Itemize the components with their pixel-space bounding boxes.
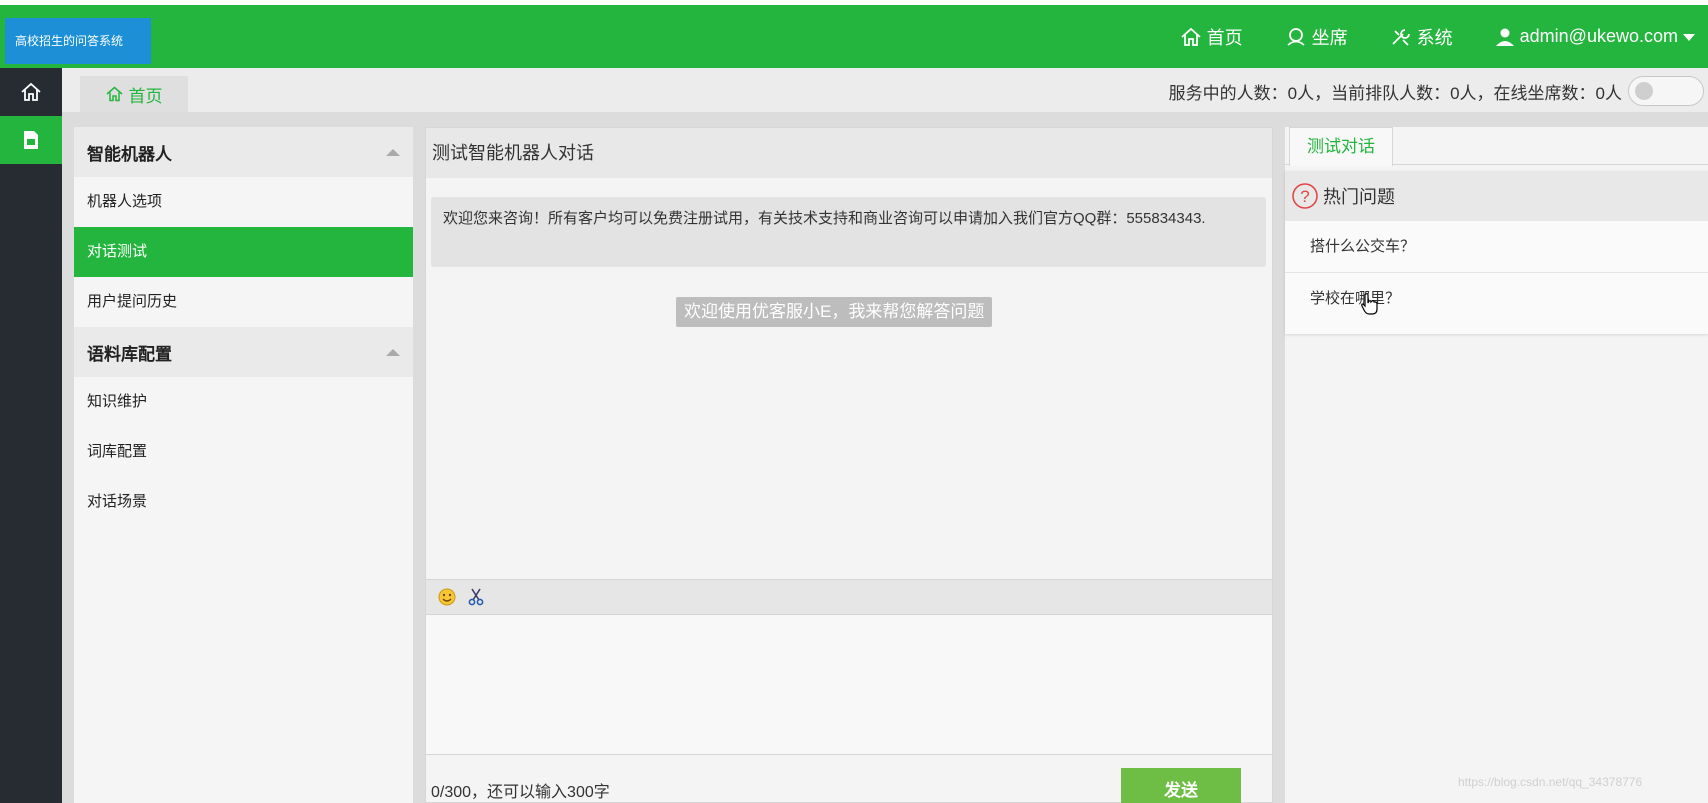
right-tabs: 测试对话 xyxy=(1285,127,1708,166)
menu-group-robot[interactable]: 智能机器人 xyxy=(74,127,413,177)
document-icon xyxy=(24,131,38,149)
nav-seats[interactable]: 坐席 xyxy=(1285,24,1348,50)
menu-group-corpus-label: 语料库配置 xyxy=(87,344,172,364)
top-nav-menu: 首页 坐席 系统 admin@ukewo.com xyxy=(1180,5,1708,68)
menu-group-robot-label: 智能机器人 xyxy=(87,144,172,164)
hot-question-item[interactable]: 搭什么公交车？ xyxy=(1285,221,1708,273)
home-icon xyxy=(1181,27,1201,46)
watermark: https://blog.csdn.net/qq_34378776 xyxy=(1458,775,1643,789)
nav-home[interactable]: 首页 xyxy=(1180,24,1243,50)
tab-home[interactable]: 首页 xyxy=(80,76,188,112)
home-icon xyxy=(106,86,122,102)
question-icon: ? xyxy=(1292,183,1318,209)
nav-seats-label: 坐席 xyxy=(1311,27,1348,48)
tab-home-label: 首页 xyxy=(128,86,163,106)
function-menu: 智能机器人 机器人选项 对话测试 用户提问历史 语料库配置 知识维护 词库配置 … xyxy=(74,127,413,803)
send-button[interactable]: 发送 xyxy=(1121,768,1241,803)
tab-test-chat[interactable]: 测试对话 xyxy=(1289,127,1393,166)
hand-cursor-icon xyxy=(1361,293,1378,315)
svg-text:?: ? xyxy=(1300,187,1309,206)
sidebar-home-button[interactable] xyxy=(0,68,62,116)
message-input[interactable] xyxy=(426,614,1272,755)
service-status: 服务中的人数：0人，当前排队人数：0人，在线坐席数：0人 xyxy=(1168,84,1622,103)
chat-title: 测试智能机器人对话 xyxy=(426,128,1272,178)
home-icon xyxy=(21,82,41,101)
emoji-button[interactable] xyxy=(438,588,456,606)
nav-system[interactable]: 系统 xyxy=(1390,24,1453,50)
nav-home-label: 首页 xyxy=(1206,27,1243,48)
collapse-arrow-icon xyxy=(386,348,400,356)
chat-toolbar xyxy=(426,579,1272,614)
toggle-knob xyxy=(1635,82,1653,100)
headset-icon xyxy=(1287,27,1305,46)
user-menu[interactable]: admin@ukewo.com xyxy=(1495,26,1696,47)
chat-panel: 测试智能机器人对话 欢迎您来咨询！所有客户均可以免费注册试用，有关技术支持和商业… xyxy=(425,127,1273,803)
app-logo[interactable]: 高校招生的问答系统 xyxy=(5,18,151,64)
tab-strip: 首页 服务中的人数：0人，当前排队人数：0人，在线坐席数：0人 xyxy=(62,68,1708,112)
menu-item-scenes[interactable]: 对话场景 xyxy=(74,477,413,527)
char-counter: 0/300，还可以输入300字 xyxy=(431,784,610,801)
smiley-icon xyxy=(438,588,456,606)
collapse-arrow-icon xyxy=(386,148,400,156)
menu-item-question-history[interactable]: 用户提问历史 xyxy=(74,277,413,327)
welcome-message: 欢迎您来咨询！所有客户均可以免费注册试用，有关技术支持和商业咨询可以申请加入我们… xyxy=(431,197,1266,267)
menu-item-chat-test[interactable]: 对话测试 xyxy=(74,227,413,277)
scissors-icon xyxy=(468,588,484,606)
sidebar-robot-button[interactable] xyxy=(0,116,62,164)
menu-item-robot-options[interactable]: 机器人选项 xyxy=(74,177,413,227)
system-greeting: 欢迎使用优客服小E，我来帮您解答问题 xyxy=(676,297,993,327)
menu-item-lexicon[interactable]: 词库配置 xyxy=(74,427,413,477)
top-navbar: 高校招生的问答系统 首页 坐席 系统 admin@ukewo.com xyxy=(0,5,1708,68)
hot-questions-header: ? 热门问题 xyxy=(1285,171,1708,221)
menu-item-knowledge[interactable]: 知识维护 xyxy=(74,377,413,427)
tools-icon xyxy=(1392,28,1410,46)
nav-system-label: 系统 xyxy=(1416,27,1453,48)
hot-questions-title: 热门问题 xyxy=(1323,187,1395,207)
hot-question-item[interactable]: 学校在哪里？ xyxy=(1285,273,1708,325)
online-toggle[interactable] xyxy=(1628,76,1704,106)
menu-group-corpus[interactable]: 语料库配置 xyxy=(74,327,413,377)
user-email: admin@ukewo.com xyxy=(1519,26,1678,46)
hot-questions-card: ? 热门问题 搭什么公交车？ 学校在哪里？ xyxy=(1285,171,1708,334)
user-icon xyxy=(1495,28,1514,46)
cut-button[interactable] xyxy=(468,588,484,606)
caret-down-icon xyxy=(1683,33,1695,41)
icon-sidebar xyxy=(0,68,62,803)
right-panel: 测试对话 ? 热门问题 搭什么公交车？ 学校在哪里？ xyxy=(1285,127,1708,803)
